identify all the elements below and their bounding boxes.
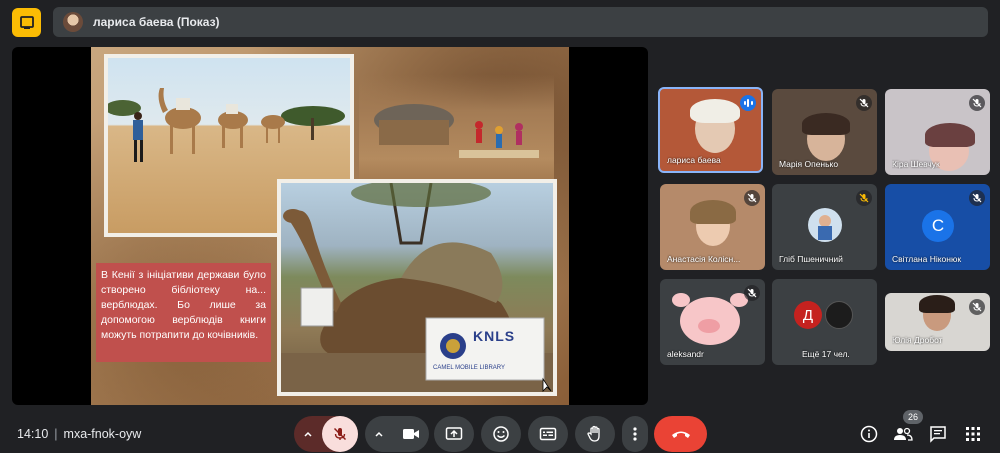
mic-off-icon [969,190,985,206]
more-vert-icon [633,427,637,441]
participant-tile[interactable]: Гліб Пшеничний [772,184,877,270]
participant-name: лариса баева [667,155,721,165]
mic-off-icon [744,190,760,206]
knls-label: KNLS [473,328,516,344]
mic-off-icon [333,427,347,441]
videocam-icon [403,429,419,439]
participant-avatar: С [922,210,954,242]
mic-off-icon [856,95,872,111]
more-options-button[interactable] [622,416,648,452]
slide-caption: В Кенії з ініціативи держави було створе… [96,263,271,362]
raise-hand-button[interactable] [575,416,615,452]
camera-toggle-button[interactable] [393,416,429,452]
participant-name: Юлія Дробот [892,335,943,345]
raise-hand-icon [587,425,600,442]
present-button[interactable] [434,416,474,452]
activities-button[interactable] [962,423,984,445]
leave-call-button[interactable] [654,416,707,452]
meet-logo-icon[interactable] [12,8,41,37]
more-participants-label: Ещё 17 чел. [802,349,850,359]
meeting-info: 14:10 | mxa-fnok-oyw [17,427,142,441]
photo-camel-library: KNLS CAMEL MOBILE LIBRARY [277,179,557,396]
camera-options-button[interactable] [365,429,393,439]
chevron-up-icon [375,431,383,437]
presenter-label: лариса баева (Показ) [93,15,220,29]
participant-name: aleksandr [667,349,704,359]
participant-tile[interactable]: Марія Опенько [772,89,877,175]
participant-name: Марія Опенько [779,159,839,169]
presentation-stage[interactable]: В Кенії з ініціативи держави було створе… [12,47,648,405]
mic-off-icon [856,190,872,206]
chevron-up-icon [304,431,312,437]
participant-name: Анастасія Колісн... [667,254,741,264]
emoji-icon [493,426,509,442]
more-participants-tile[interactable]: Д Ещё 17 чел. [772,279,877,365]
participant-name: Гліб Пшеничний [779,254,843,264]
info-icon [860,425,878,443]
chat-button[interactable] [927,423,949,445]
photo-village [359,75,554,195]
participant-tile[interactable]: Анастасія Колісн... [660,184,765,270]
participant-name: Кіра Шевчук [892,159,940,169]
participant-tile[interactable]: С Світлана Ніконюк [885,184,990,270]
captions-icon [539,427,557,441]
present-screen-icon [445,427,463,440]
mic-off-icon [969,299,985,315]
people-button[interactable] [892,423,914,445]
mic-toggle-button[interactable] [322,416,358,452]
camera-control [365,416,429,452]
mic-off-icon [744,285,760,301]
mic-off-icon [969,95,985,111]
participant-name: Світлана Ніконюк [892,254,962,264]
people-icon [894,427,913,441]
meet-window: лариса баева (Показ) В Кенії з ініціатив… [0,0,1000,453]
meeting-code: mxa-fnok-oyw [63,427,142,441]
presenter-avatar [63,12,83,32]
apps-icon [966,427,980,441]
participant-count-badge: 26 [903,410,923,424]
knls-subtext: CAMEL MOBILE LIBRARY [433,365,506,371]
participant-tile[interactable]: лариса баева [658,87,763,173]
meeting-details-button[interactable] [858,423,880,445]
reactions-button[interactable] [481,416,521,452]
mic-options-button[interactable] [294,429,322,439]
meeting-time: 14:10 [17,427,49,441]
mic-control [294,416,358,452]
presenter-bar[interactable]: лариса баева (Показ) [53,7,988,37]
captions-button[interactable] [528,416,568,452]
participant-tile[interactable]: Кіра Шевчук [885,89,990,175]
chat-icon [930,426,946,443]
call-end-icon [671,431,690,438]
speaking-indicator-icon [740,95,756,111]
participant-avatar: Д [794,301,822,329]
slide: В Кенії з ініціативи держави було створе… [91,47,569,405]
participant-tile[interactable]: Юлія Дробот [885,293,990,351]
participant-tile[interactable]: aleksandr [660,279,765,365]
